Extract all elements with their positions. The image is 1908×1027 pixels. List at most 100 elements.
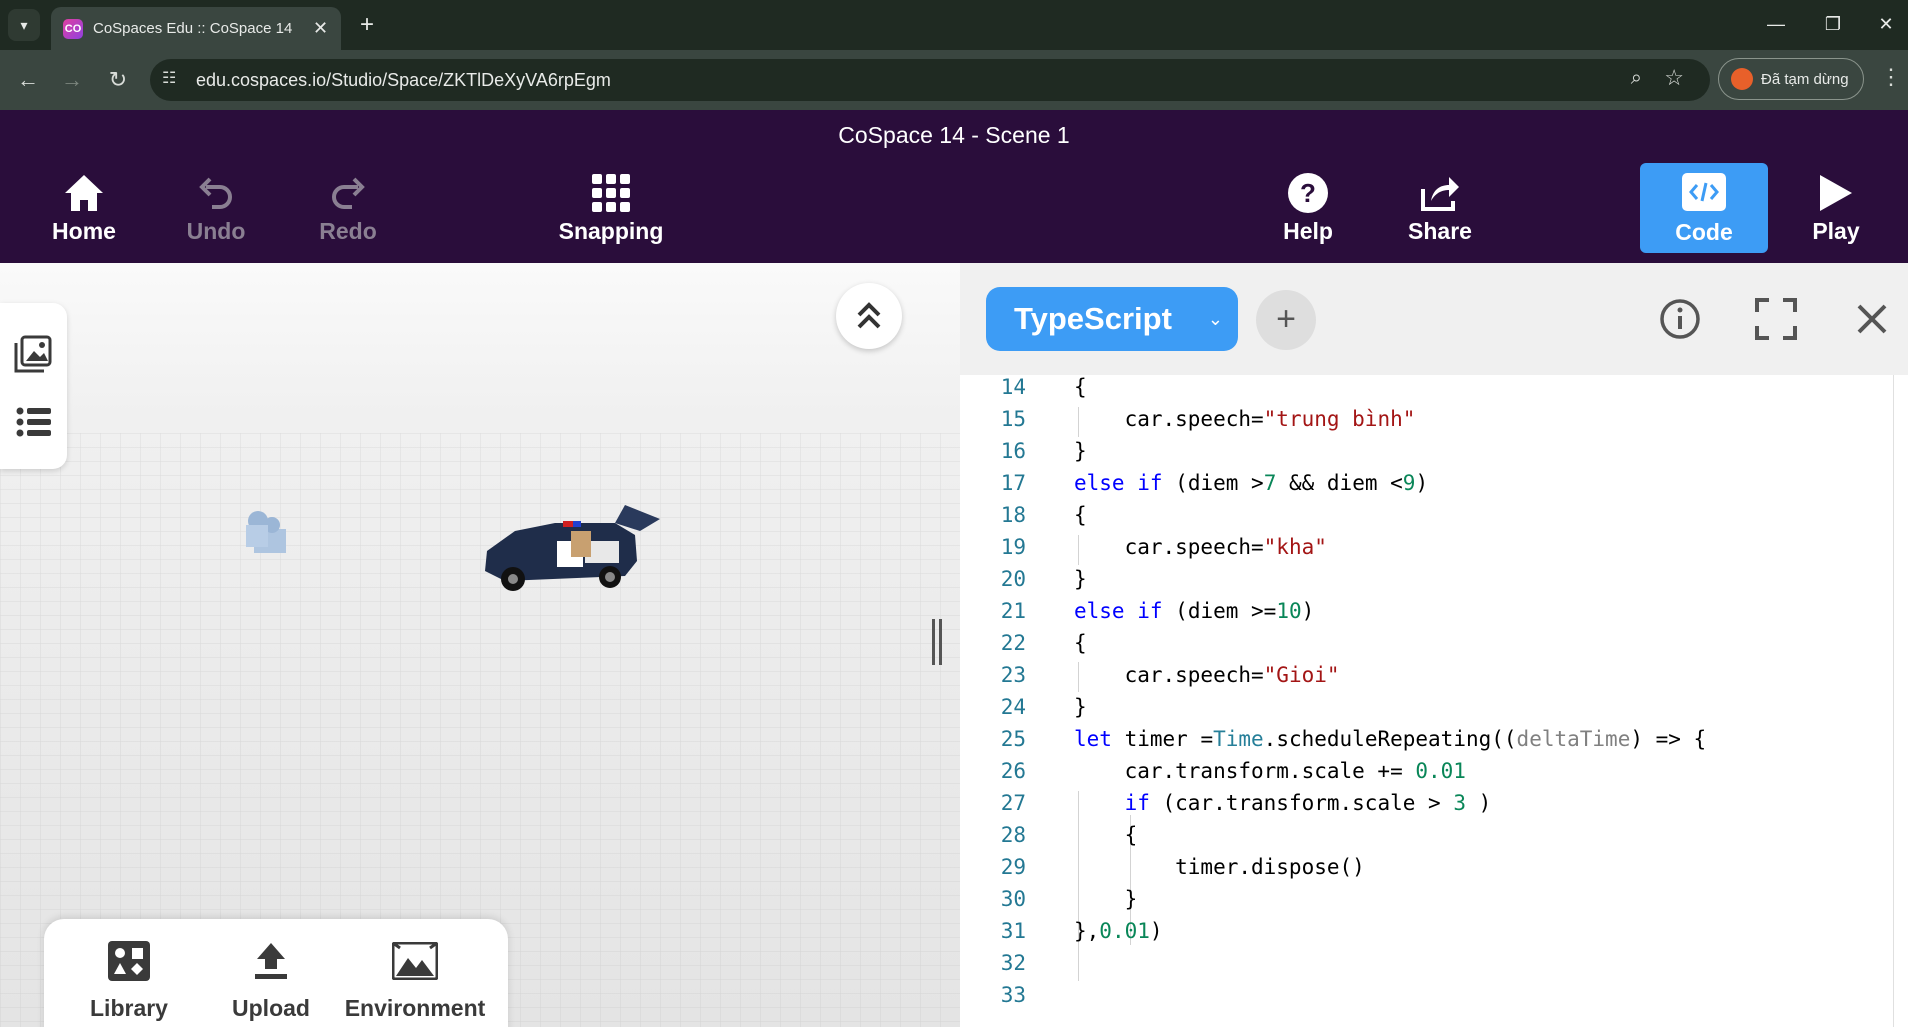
- upload-button[interactable]: Upload: [196, 933, 346, 1022]
- gallery-icon[interactable]: [14, 335, 52, 378]
- snapping-button[interactable]: Snapping: [551, 170, 671, 245]
- bottom-panel: Library Upload Environment: [44, 919, 508, 1027]
- library-label: Library: [90, 995, 168, 1021]
- code-line: 20}: [960, 567, 1900, 599]
- info-icon: [1660, 299, 1700, 339]
- scene-viewport[interactable]: Library Upload Environment: [0, 263, 960, 1027]
- chevron-down-icon: ⌄: [1207, 308, 1223, 329]
- add-script-button[interactable]: +: [1256, 290, 1316, 350]
- list-icon[interactable]: [16, 407, 52, 442]
- code-label: Code: [1675, 219, 1733, 245]
- code-line: 29 timer.dispose(): [960, 855, 1900, 887]
- code-toolbar: TypeScript ⌄ +: [960, 263, 1908, 375]
- info-button[interactable]: [1656, 295, 1704, 343]
- browser-tab[interactable]: CO CoSpaces Edu :: CoSpace 14 ✕: [51, 7, 341, 50]
- undo-button[interactable]: Undo: [156, 170, 276, 245]
- camera-object[interactable]: [240, 503, 300, 563]
- double-chevron-up-icon: [857, 302, 881, 329]
- upload-icon: [255, 943, 287, 979]
- help-button[interactable]: ? Help: [1248, 170, 1368, 245]
- code-line: 21 else if (diem >=10): [960, 599, 1900, 631]
- code-line: 32: [960, 951, 1900, 983]
- forward-button[interactable]: →: [56, 64, 88, 96]
- library-icon: [108, 941, 150, 981]
- panel-resize-handle[interactable]: [932, 619, 942, 665]
- tab-title: CoSpaces Edu :: CoSpace 14: [93, 20, 293, 37]
- page-title: CoSpace 14 - Scene 1: [838, 122, 1070, 148]
- code-line: 19 car.speech="kha": [960, 535, 1900, 567]
- tab-close-icon[interactable]: ✕: [313, 18, 328, 39]
- chevron-down-icon: ▾: [20, 16, 28, 33]
- minimize-button[interactable]: —: [1756, 8, 1796, 40]
- code-line: 18{: [960, 503, 1900, 535]
- language-dropdown[interactable]: TypeScript ⌄: [986, 287, 1238, 351]
- code-line: 14{: [960, 375, 1900, 407]
- new-tab-button[interactable]: +: [352, 10, 382, 40]
- line-number: 24: [1000, 695, 1026, 719]
- line-number: 30: [1000, 887, 1026, 911]
- site-settings-icon[interactable]: ☷: [162, 68, 176, 88]
- app-header: CoSpace 14 - Scene 1 Home Undo Redo Snap…: [0, 110, 1908, 263]
- redo-label: Redo: [319, 218, 377, 244]
- fullscreen-button[interactable]: [1752, 295, 1800, 343]
- code-line: 33: [960, 983, 1900, 1015]
- share-button[interactable]: Share: [1380, 170, 1500, 245]
- line-number: 25: [1000, 727, 1026, 751]
- bookmark-star-icon[interactable]: ☆: [1664, 65, 1684, 91]
- url-text: edu.cospaces.io/Studio/Space/ZKTlDeXyVA6…: [196, 70, 611, 90]
- tab-search-button[interactable]: ▾: [8, 9, 40, 41]
- browser-menu-icon[interactable]: ⋮: [1880, 64, 1902, 90]
- code-line: 17 else if (diem >7 && diem <9): [960, 471, 1900, 503]
- redo-icon: [332, 177, 365, 209]
- home-label: Home: [52, 218, 116, 244]
- profile-button[interactable]: Đã tạm dừng: [1718, 58, 1864, 100]
- close-code-button[interactable]: [1848, 295, 1896, 343]
- code-editor[interactable]: ( ) 14{ 15 car.speech="trung bình" 16} 1…: [960, 375, 1900, 1027]
- collapse-up-button[interactable]: [836, 283, 902, 349]
- url-input[interactable]: ☷ edu.cospaces.io/Studio/Space/ZKTlDeXyV…: [150, 59, 1710, 101]
- share-icon: [1421, 177, 1459, 211]
- home-button[interactable]: Home: [24, 170, 144, 245]
- close-icon: [1857, 304, 1887, 334]
- code-line: 23 car.speech="Gioi": [960, 663, 1900, 695]
- code-line: 28 {: [960, 823, 1900, 855]
- line-number: 20: [1000, 567, 1026, 591]
- code-line: 31},0.01): [960, 919, 1900, 951]
- play-label: Play: [1812, 218, 1860, 244]
- line-number: 26: [1000, 759, 1026, 783]
- redo-button[interactable]: Redo: [288, 170, 408, 245]
- line-number: 14: [1000, 375, 1026, 399]
- code-line: 16}: [960, 439, 1900, 471]
- line-number: 16: [1000, 439, 1026, 463]
- reload-button[interactable]: ↻: [102, 64, 134, 96]
- code-line: 24}: [960, 695, 1900, 727]
- share-label: Share: [1408, 218, 1472, 244]
- code-line: 30 }: [960, 887, 1900, 919]
- svg-text:?: ?: [1300, 178, 1316, 208]
- undo-icon: [199, 177, 232, 209]
- line-number: 28: [1000, 823, 1026, 847]
- line-number: 23: [1000, 663, 1026, 687]
- fullscreen-icon: [1755, 298, 1797, 340]
- close-window-button[interactable]: ✕: [1866, 8, 1906, 40]
- police-car-object[interactable]: [475, 501, 665, 601]
- line-number: 33: [1000, 983, 1026, 1007]
- library-button[interactable]: Library: [54, 933, 204, 1022]
- code-panel: TypeScript ⌄ + ( ) 14{ 15 car.speech="tr…: [960, 263, 1908, 1027]
- code-button[interactable]: Code: [1640, 163, 1768, 253]
- line-number: 18: [1000, 503, 1026, 527]
- snapping-label: Snapping: [558, 218, 664, 244]
- environment-button[interactable]: Environment: [340, 933, 490, 1022]
- browser-tab-bar: ▾ CO CoSpaces Edu :: CoSpace 14 ✕ + — ❐ …: [0, 0, 1908, 50]
- code-icon: [1682, 173, 1726, 211]
- zoom-icon[interactable]: ⌕: [1631, 67, 1642, 90]
- line-number: 27: [1000, 791, 1026, 815]
- back-button[interactable]: ←: [12, 64, 44, 96]
- code-line: 25 let timer =Time.scheduleRepeating((del…: [960, 727, 1900, 759]
- line-number: 19: [1000, 535, 1026, 559]
- editor-scrollbar[interactable]: [1893, 375, 1908, 1027]
- restore-button[interactable]: ❐: [1813, 8, 1853, 40]
- language-label: TypeScript: [1014, 301, 1172, 336]
- play-button[interactable]: Play: [1776, 170, 1896, 245]
- line-number: 31: [1000, 919, 1026, 943]
